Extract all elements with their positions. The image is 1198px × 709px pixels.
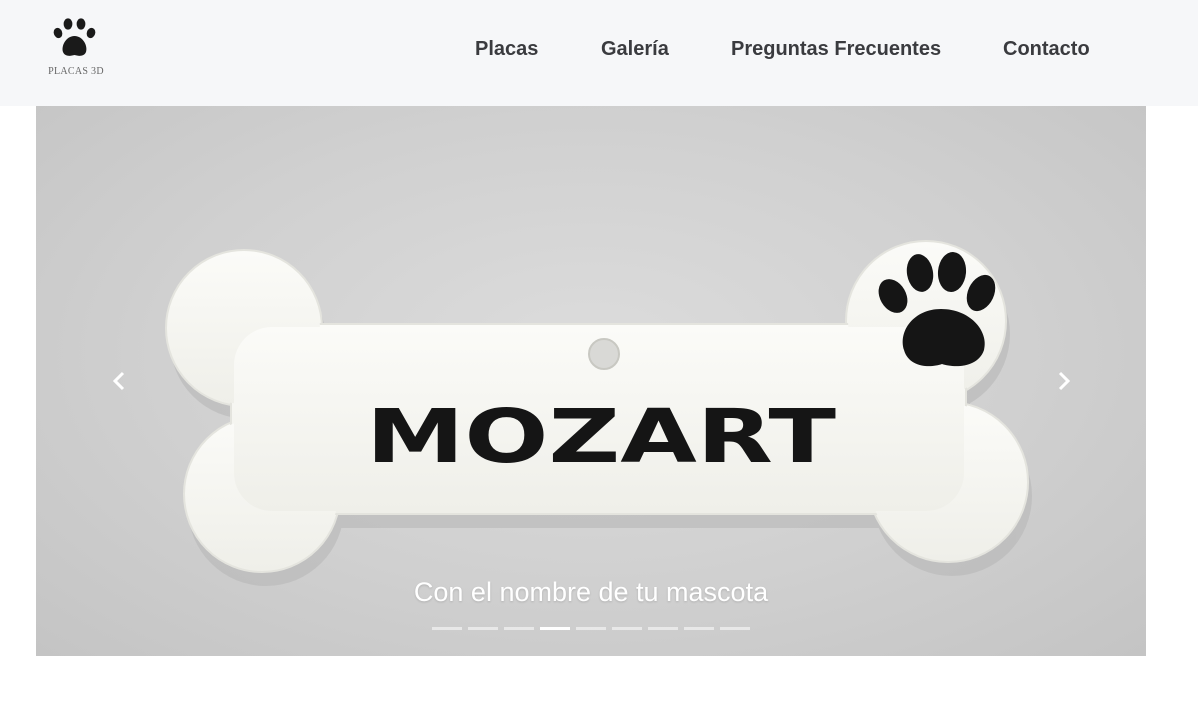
nav-link-contacto[interactable]: Contacto (1003, 36, 1090, 62)
brand-text: PLACAS 3D (48, 66, 104, 77)
nav-link-placas[interactable]: Placas (475, 36, 538, 62)
carousel-indicator[interactable] (504, 627, 534, 630)
carousel-indicator[interactable] (432, 627, 462, 630)
navbar: PLACAS 3D Placas Galería Preguntas Frecu… (0, 0, 1198, 106)
carousel-indicator[interactable] (720, 627, 750, 630)
nav-link-galeria[interactable]: Galería (601, 36, 669, 62)
brand-logo-link[interactable]: PLACAS 3D (40, 16, 112, 82)
slide-caption: Con el nombre de tu mascota (413, 577, 769, 607)
slide-image: MOZART (165, 240, 1032, 586)
paw-icon (53, 18, 96, 56)
tag-name-text: MOZART (366, 394, 837, 480)
carousel-indicator[interactable] (612, 627, 642, 630)
chevron-left-icon (112, 371, 124, 391)
nav-link-preguntas-frecuentes[interactable]: Preguntas Frecuentes (731, 36, 941, 62)
carousel-next-button[interactable] (981, 106, 1146, 656)
carousel-indicators (432, 626, 750, 632)
carousel-indicator[interactable] (684, 627, 714, 630)
carousel-indicator-active[interactable] (540, 627, 570, 630)
hero-carousel: MOZART Con el nombre de tu mascota (36, 106, 1146, 656)
carousel-indicator[interactable] (468, 627, 498, 630)
chevron-right-icon (1058, 371, 1070, 391)
carousel-prev-button[interactable] (36, 106, 201, 656)
carousel-indicator[interactable] (648, 627, 678, 630)
carousel-indicator[interactable] (576, 627, 606, 630)
